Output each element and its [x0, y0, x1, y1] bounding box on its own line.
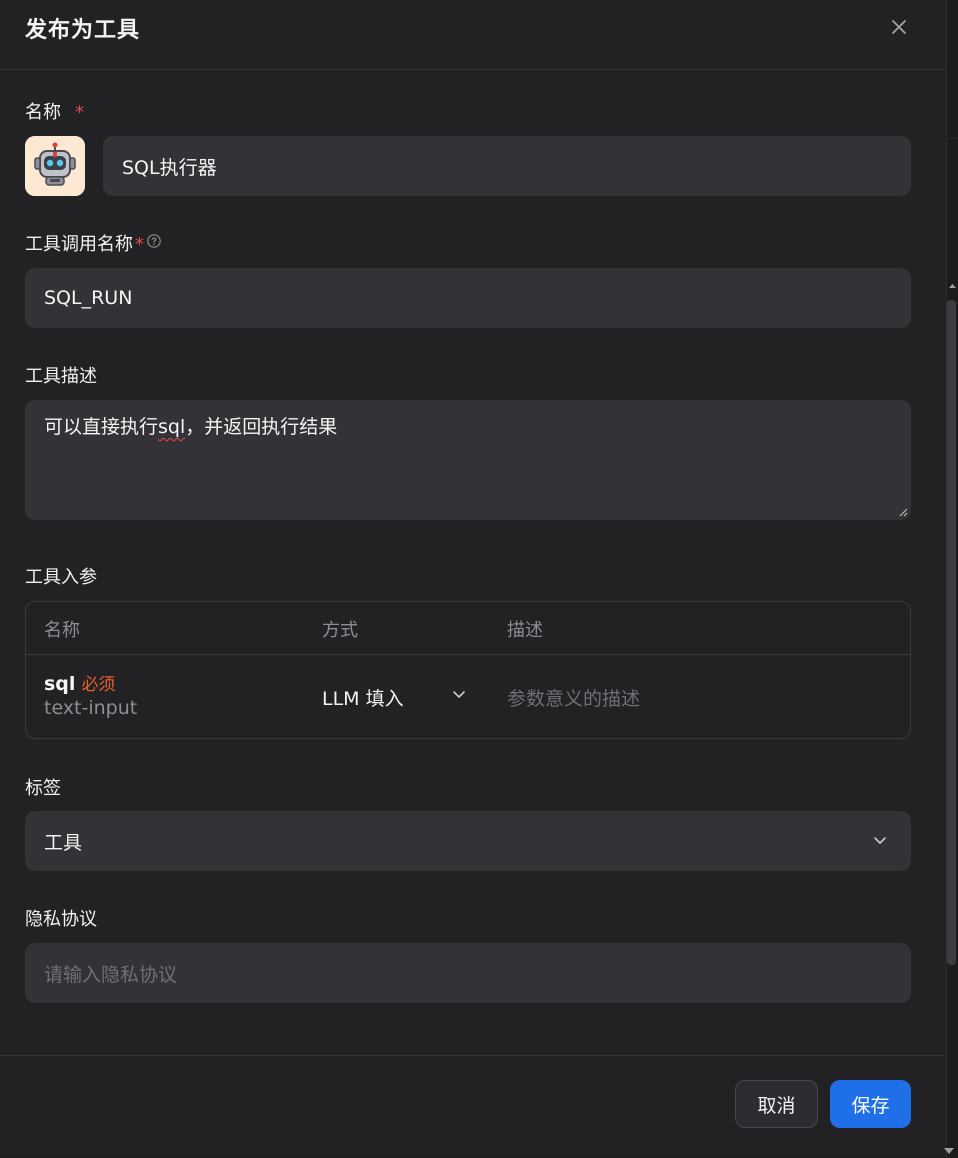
param-name: sql	[44, 673, 76, 695]
close-button[interactable]	[886, 14, 912, 40]
description-text-misspelled: sql	[158, 416, 186, 438]
name-label: 名称 *	[25, 98, 84, 124]
tool-name-value: SQL执行器	[122, 156, 217, 179]
required-mark: *	[135, 234, 144, 255]
chevron-down-icon[interactable]	[451, 686, 467, 702]
description-text-2: ，并返回执行结果	[185, 416, 338, 438]
dialog-header: 发布为工具	[0, 0, 946, 70]
params-label: 工具入参	[25, 567, 97, 588]
close-icon	[892, 20, 906, 34]
description-text-1: 可以直接执行	[44, 416, 159, 438]
privacy-label: 隐私协议	[25, 909, 97, 930]
col-method-header: 方式	[322, 620, 358, 641]
description-textarea[interactable]: 可以直接执行sql，并返回执行结果	[25, 400, 911, 520]
required-tag: 必须	[81, 675, 116, 695]
scrollbar-thumb[interactable]	[947, 300, 956, 965]
param-description-input[interactable]: 参数意义的描述	[507, 684, 640, 711]
call-name-input[interactable]: SQL_RUN	[25, 268, 911, 328]
description-label: 工具描述	[25, 366, 97, 387]
dialog-title: 发布为工具	[25, 18, 141, 43]
cancel-button[interactable]: 取消	[735, 1080, 818, 1128]
chevron-down-icon	[874, 837, 886, 844]
divider	[947, 138, 958, 139]
privacy-placeholder: 请输入隐私协议	[44, 963, 178, 986]
col-desc-header: 描述	[507, 620, 543, 641]
dialog-footer: 取消 保存	[0, 1055, 946, 1158]
save-button[interactable]: 保存	[830, 1080, 911, 1128]
params-table-header: 名称 方式 描述	[26, 602, 910, 655]
col-name-header: 名称	[44, 620, 80, 641]
param-method-select[interactable]: LLM 填入	[322, 684, 404, 711]
scroll-down-arrow-icon[interactable]	[941, 1146, 957, 1156]
param-name-cell: sql 必须 text-input	[44, 670, 137, 719]
publish-tool-dialog: 发布为工具 名称 * SQL执行器 工具调用名称 * SQL_RUN 工具描述 …	[0, 0, 947, 1157]
robot-avatar-icon	[25, 136, 85, 196]
required-mark: *	[75, 102, 84, 123]
tool-name-input[interactable]: SQL执行器	[103, 136, 911, 196]
scroll-up-arrow-icon[interactable]	[948, 282, 957, 290]
tags-select[interactable]: 工具	[25, 811, 911, 871]
call-name-value: SQL_RUN	[44, 287, 133, 309]
tags-label: 标签	[25, 778, 61, 799]
privacy-input[interactable]: 请输入隐私协议	[25, 943, 911, 1003]
resize-handle-icon[interactable]	[898, 507, 908, 517]
name-label-text: 名称	[25, 102, 61, 123]
tool-avatar[interactable]	[25, 136, 85, 196]
call-name-label-text: 工具调用名称	[25, 234, 133, 255]
tags-selected-value: 工具	[44, 831, 83, 854]
question-circle-icon[interactable]	[146, 233, 162, 254]
params-table: 名称 方式 描述 sql 必须 text-input LLM 填入 参数意义的描述	[25, 601, 911, 739]
call-name-label: 工具调用名称 *	[25, 230, 162, 256]
param-type: text-input	[44, 697, 138, 719]
